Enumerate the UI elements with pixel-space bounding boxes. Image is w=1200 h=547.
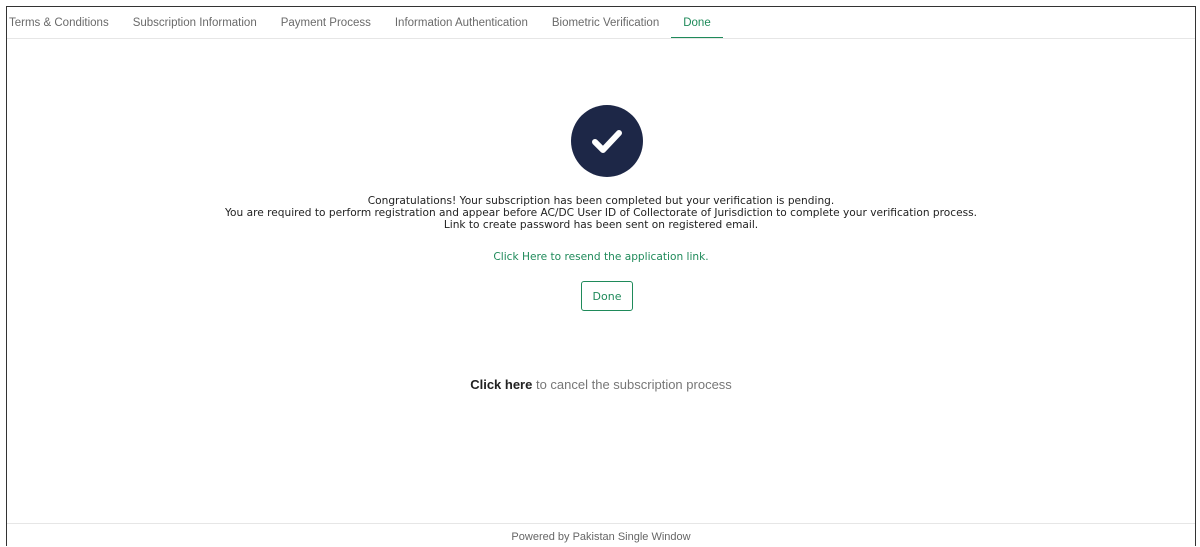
footer: Powered by Pakistan Single Window xyxy=(7,523,1195,547)
tab-done[interactable]: Done xyxy=(671,7,723,38)
resend-link[interactable]: Click Here to resend the application lin… xyxy=(7,251,1195,263)
done-button[interactable]: Done xyxy=(581,281,633,311)
page-frame: Terms & Conditions Subscription Informat… xyxy=(6,6,1196,546)
status-line-3: Link to create password has been sent on… xyxy=(443,219,759,231)
wizard-tabs: Terms & Conditions Subscription Informat… xyxy=(7,7,1195,39)
cancel-link[interactable]: Click here xyxy=(470,377,532,392)
status-line-1: Congratulations! Your subscription has b… xyxy=(367,195,835,207)
tab-terms-conditions[interactable]: Terms & Conditions xyxy=(7,7,121,38)
check-circle-icon xyxy=(571,105,643,177)
tab-payment-process[interactable]: Payment Process xyxy=(269,7,383,38)
tab-biometric-verification[interactable]: Biometric Verification xyxy=(540,7,671,38)
checkmark-icon xyxy=(592,130,622,153)
cancel-subscription: Click here to cancel the subscription pr… xyxy=(7,377,1195,392)
cancel-text: to cancel the subscription process xyxy=(532,377,732,392)
tab-subscription-information[interactable]: Subscription Information xyxy=(121,7,269,38)
status-line-2: You are required to perform registration… xyxy=(224,207,978,219)
status-message: Congratulations! Your subscription has b… xyxy=(7,195,1195,231)
tab-information-authentication[interactable]: Information Authentication xyxy=(383,7,540,38)
